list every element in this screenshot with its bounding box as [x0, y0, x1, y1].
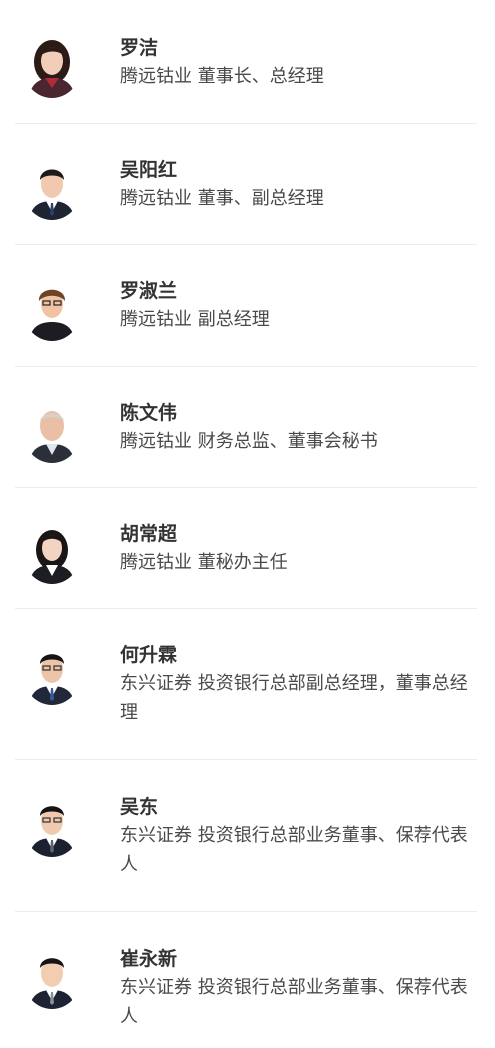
avatar — [23, 401, 81, 463]
person-name: 何升霖 — [120, 644, 178, 666]
list-item[interactable]: 吴东 东兴证券 投资银行总部业务董事、保荐代表人 — [15, 760, 477, 912]
person-title: 东兴证券 投资银行总部副总经理，董事总经理 — [120, 673, 468, 723]
person-portrait-icon — [23, 158, 81, 220]
person-portrait-icon — [23, 795, 81, 857]
list-item[interactable]: 崔永新 东兴证券 投资银行总部业务董事、保荐代表人 — [15, 912, 477, 1048]
person-title: 东兴证券 投资银行总部业务董事、保荐代表人 — [120, 977, 468, 1027]
list-item[interactable]: 罗洁 腾远钴业 董事长、总经理 — [15, 0, 477, 124]
person-name: 陈文伟 — [120, 402, 178, 424]
avatar — [23, 643, 81, 705]
person-title: 腾远钴业 董事、副总经理 — [120, 188, 324, 209]
avatar — [23, 522, 81, 584]
avatar — [23, 36, 81, 98]
person-name: 吴阳红 — [120, 159, 178, 181]
avatar — [23, 158, 81, 220]
person-portrait-icon — [23, 947, 81, 1009]
list-item[interactable]: 陈文伟 腾远钴业 财务总监、董事会秘书 — [15, 367, 477, 488]
person-portrait-icon — [23, 401, 81, 463]
person-name: 吴东 — [120, 796, 159, 818]
person-title: 腾远钴业 董事长、总经理 — [120, 66, 324, 87]
person-portrait-icon — [23, 643, 81, 705]
person-portrait-icon — [23, 522, 81, 584]
person-portrait-icon — [23, 36, 81, 98]
person-name: 罗淑兰 — [120, 280, 178, 302]
people-list: 罗洁 腾远钴业 董事长、总经理 吴阳红 腾远钴业 董事、副总经理 罗淑兰 腾远钴… — [0, 0, 495, 1048]
avatar — [23, 795, 81, 857]
person-title: 腾远钴业 财务总监、董事会秘书 — [120, 431, 378, 452]
avatar — [23, 279, 81, 341]
list-item[interactable]: 吴阳红 腾远钴业 董事、副总经理 — [15, 124, 477, 245]
list-item[interactable]: 罗淑兰 腾远钴业 副总经理 — [15, 245, 477, 367]
person-name: 胡常超 — [120, 523, 178, 545]
person-title: 腾远钴业 董秘办主任 — [120, 552, 288, 573]
list-item[interactable]: 何升霖 东兴证券 投资银行总部副总经理，董事总经理 — [15, 609, 477, 760]
avatar — [23, 947, 81, 1009]
person-name: 崔永新 — [120, 948, 178, 970]
person-title: 腾远钴业 副总经理 — [120, 309, 270, 330]
person-title: 东兴证券 投资银行总部业务董事、保荐代表人 — [120, 825, 468, 875]
list-item[interactable]: 胡常超 腾远钴业 董秘办主任 — [15, 488, 477, 609]
person-name: 罗洁 — [120, 37, 159, 59]
person-portrait-icon — [23, 279, 81, 341]
